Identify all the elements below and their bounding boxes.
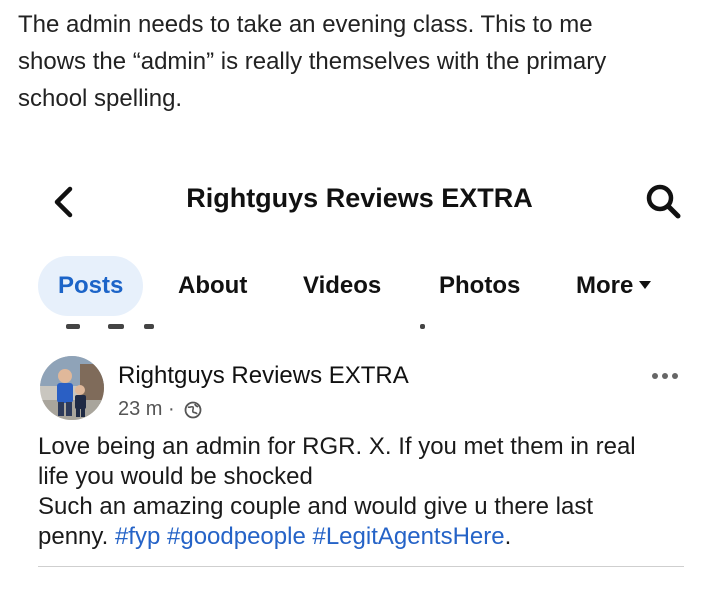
top-bar: Rightguys Reviews EXTRA	[18, 152, 701, 252]
avatar-photo	[40, 356, 104, 420]
post-text-line: Such an amazing couple and would give u …	[38, 493, 594, 520]
post-text-line: life you would be shocked	[38, 463, 313, 490]
post-text-fragment: penny.	[38, 523, 115, 550]
caption-line: school spelling.	[18, 85, 183, 112]
globe-icon	[184, 401, 202, 419]
post-body: Love being an admin for RGR. X. If you m…	[38, 432, 688, 552]
cropped-content	[144, 324, 154, 329]
tab-about[interactable]: About	[178, 256, 247, 316]
post-options-button[interactable]	[650, 368, 680, 379]
cropped-content	[108, 324, 124, 329]
search-button[interactable]	[644, 182, 684, 222]
caret-down-icon	[639, 281, 652, 290]
post-divider	[38, 566, 684, 567]
facebook-page: Rightguys Reviews EXTRA Posts About Vide…	[18, 152, 701, 596]
tab-more-label: More	[576, 272, 634, 299]
hashtag-link[interactable]: #fyp	[115, 523, 160, 550]
hashtag-link[interactable]: #LegitAgentsHere	[312, 523, 504, 550]
avatar[interactable]	[40, 356, 104, 420]
post-text-line: penny. #fyp #goodpeople #LegitAgentsHere…	[38, 522, 688, 552]
page-tabs: Posts About Videos Photos More	[18, 256, 701, 316]
post-meta: 23 m ·	[118, 398, 202, 421]
page-title: Rightguys Reviews EXTRA	[186, 183, 533, 213]
post-text-line: Love being an admin for RGR. X. If you m…	[38, 433, 636, 460]
tab-posts[interactable]: Posts	[38, 256, 144, 316]
tab-videos[interactable]: Videos	[303, 256, 381, 316]
post-author[interactable]: Rightguys Reviews EXTRA	[118, 362, 409, 390]
cropped-content	[420, 324, 425, 329]
caption-line: shows the “admin” is really themselves w…	[18, 48, 607, 75]
screenshot-frame: Rightguys Reviews EXTRA Posts About Vide…	[18, 152, 701, 596]
cropped-content	[66, 324, 80, 329]
tab-photos[interactable]: Photos	[439, 256, 520, 316]
hashtag-link[interactable]: #goodpeople	[167, 523, 306, 550]
more-horizontal-icon	[652, 373, 678, 379]
meta-separator: ·	[168, 398, 175, 421]
tab-more[interactable]: More	[576, 256, 652, 316]
caption-line: The admin needs to take an evening class…	[18, 11, 593, 38]
post-text-fragment: .	[504, 523, 512, 550]
caption: The admin needs to take an evening class…	[18, 6, 708, 117]
search-icon	[646, 184, 681, 219]
post-time[interactable]: 23 m	[118, 398, 162, 420]
